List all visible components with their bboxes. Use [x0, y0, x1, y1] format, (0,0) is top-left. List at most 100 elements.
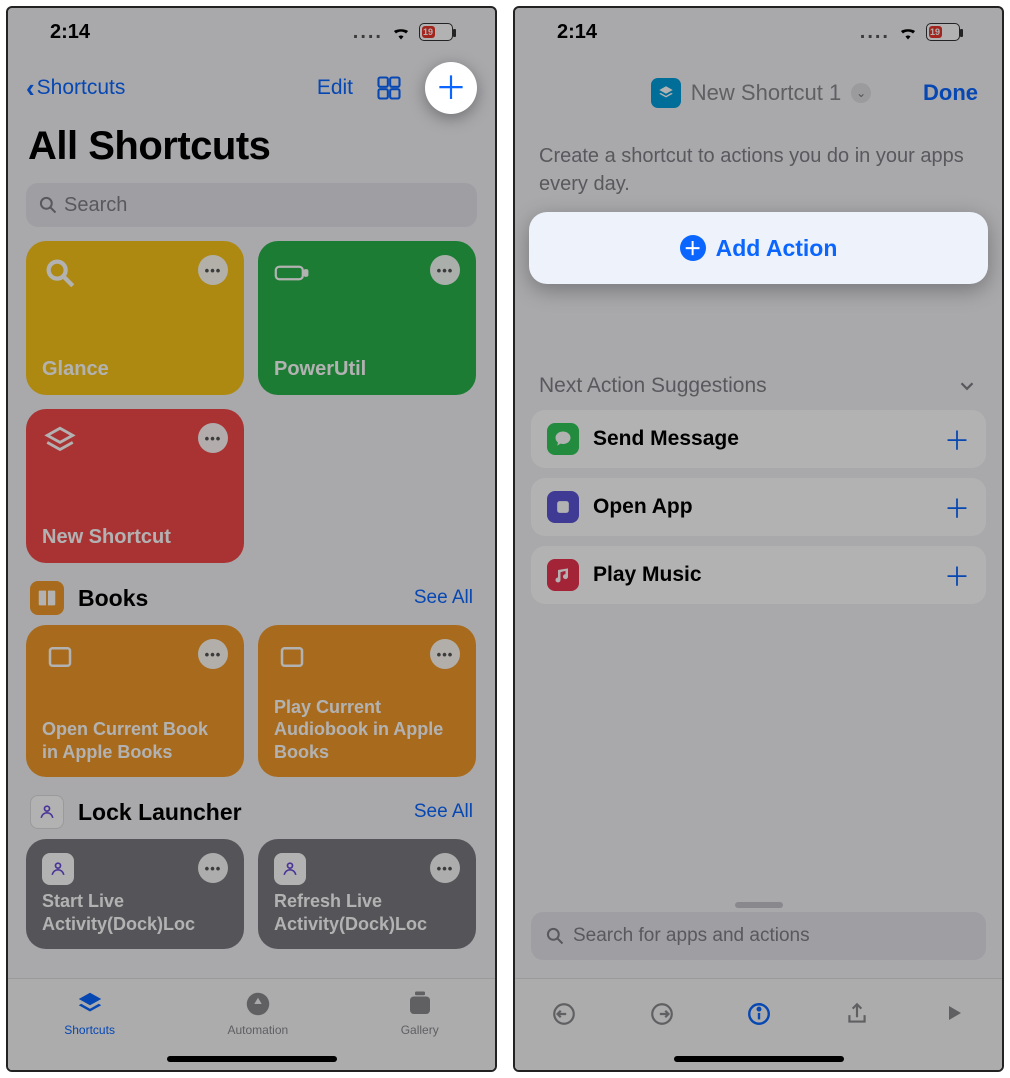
chevron-left-icon: ‹ [26, 73, 35, 104]
music-icon [547, 559, 579, 591]
add-action-button[interactable]: ＋ Add Action [529, 212, 988, 284]
sheet-grabber[interactable] [735, 902, 783, 908]
redo-icon[interactable] [649, 1001, 675, 1027]
battery-percent: 19 [930, 27, 940, 37]
chevron-down-icon: ⌄ [851, 83, 871, 103]
shortcut-title-button[interactable]: New Shortcut 1 ⌄ [651, 78, 871, 108]
section-title: Lock Launcher [78, 799, 242, 826]
tile-label: Start Live Activity(Dock)Loc [42, 890, 228, 935]
suggestions-header[interactable]: Next Action Suggestions [515, 284, 1002, 410]
rocket-icon [42, 853, 74, 885]
battery-icon: 19 [419, 23, 453, 41]
more-icon[interactable]: ••• [430, 639, 460, 669]
edit-button[interactable]: Edit [317, 76, 353, 100]
shortcut-tile-new-shortcut[interactable]: ••• New Shortcut [26, 409, 244, 563]
shortcut-tile-glance[interactable]: ••• Glance [26, 241, 244, 395]
plus-icon: ＋ [435, 72, 467, 104]
add-action-label: Add Action [716, 235, 838, 262]
action-search-input[interactable]: Search for apps and actions [531, 912, 986, 960]
suggestion-send-message[interactable]: Send Message ＋ [531, 410, 986, 468]
tile-label: Glance [42, 358, 228, 381]
shortcut-title: New Shortcut 1 [691, 80, 841, 106]
shortcut-tile-start-live-activity[interactable]: ••• Start Live Activity(Dock)Loc [26, 839, 244, 949]
section-title: Books [78, 585, 148, 612]
tab-shortcuts[interactable]: Shortcuts [64, 989, 115, 1037]
shortcut-tile-open-book[interactable]: ••• Open Current Book in Apple Books [26, 625, 244, 777]
more-icon[interactable]: ••• [198, 853, 228, 883]
tab-gallery[interactable]: Gallery [401, 989, 439, 1037]
home-indicator[interactable] [674, 1056, 844, 1062]
plus-icon[interactable]: ＋ [944, 489, 970, 526]
clock: 2:14 [50, 21, 90, 44]
description-text: Create a shortcut to actions you do in y… [515, 118, 1002, 212]
shortcut-tile-play-audiobook[interactable]: ••• Play Current Audiobook in Apple Book… [258, 625, 476, 777]
layers-icon [75, 989, 105, 1019]
more-icon[interactable]: ••• [198, 423, 228, 453]
suggestion-play-music[interactable]: Play Music ＋ [531, 546, 986, 604]
more-icon[interactable]: ••• [198, 639, 228, 669]
more-icon[interactable]: ••• [430, 255, 460, 285]
back-label: Shortcuts [37, 76, 126, 100]
suggestions-title: Next Action Suggestions [539, 374, 767, 398]
tile-label: Open Current Book in Apple Books [42, 718, 228, 763]
tab-label: Shortcuts [64, 1023, 115, 1037]
add-shortcut-button[interactable]: ＋ [425, 62, 477, 114]
lock-launcher-app-icon [30, 795, 64, 829]
nav-bar: ‹ Shortcuts Edit ＋ [8, 56, 495, 122]
message-icon [547, 423, 579, 455]
plus-icon[interactable]: ＋ [944, 421, 970, 458]
layers-icon [42, 423, 78, 459]
tab-automation[interactable]: Automation [227, 989, 288, 1037]
back-button[interactable]: ‹ Shortcuts [26, 73, 125, 104]
book-icon [42, 639, 78, 675]
see-all-button[interactable]: See All [414, 587, 473, 609]
layers-icon [651, 78, 681, 108]
play-icon[interactable] [942, 1001, 966, 1025]
done-button[interactable]: Done [923, 80, 978, 106]
section-header-books: Books See All [8, 563, 495, 625]
tab-label: Gallery [401, 1023, 439, 1037]
status-bar: 2:14 .... 19 [515, 8, 1002, 56]
tab-label: Automation [227, 1023, 288, 1037]
wifi-icon [391, 24, 411, 40]
grid-view-icon[interactable] [375, 74, 403, 102]
clock: 2:14 [557, 21, 597, 44]
phone-right-new-shortcut: 2:14 .... 19 New Shortcut 1 ⌄ Done Creat… [513, 6, 1004, 1072]
search-icon [38, 195, 58, 215]
gallery-icon [405, 989, 435, 1019]
more-icon[interactable]: ••• [198, 255, 228, 285]
tile-label: Play Current Audiobook in Apple Books [274, 696, 460, 764]
books-tiles: ••• Open Current Book in Apple Books •••… [8, 625, 495, 777]
tile-label: PowerUtil [274, 358, 460, 381]
see-all-button[interactable]: See All [414, 801, 473, 823]
wifi-icon [898, 24, 918, 40]
battery-icon: 19 [926, 23, 960, 41]
info-icon[interactable] [746, 1001, 772, 1027]
search-input[interactable]: Search [26, 183, 477, 227]
section-header-lock-launcher: Lock Launcher See All [8, 777, 495, 839]
shortcut-tile-powerutil[interactable]: ••• PowerUtil [258, 241, 476, 395]
status-bar: 2:14 .... 19 [8, 8, 495, 56]
plus-icon[interactable]: ＋ [944, 557, 970, 594]
suggestion-label: Send Message [593, 427, 739, 451]
undo-icon[interactable] [551, 1001, 577, 1027]
suggestion-open-app[interactable]: Open App ＋ [531, 478, 986, 536]
shortcut-grid: ••• Glance ••• PowerUtil ••• New Shortcu… [8, 241, 495, 563]
cellular-dots-icon: .... [860, 21, 890, 44]
automation-icon [243, 989, 273, 1019]
tile-label: Refresh Live Activity(Dock)Loc [274, 890, 460, 935]
share-icon[interactable] [844, 1001, 870, 1027]
nav-bar: New Shortcut 1 ⌄ Done [515, 56, 1002, 118]
battery-icon [274, 255, 310, 291]
more-icon[interactable]: ••• [430, 853, 460, 883]
suggestions-list: Send Message ＋ Open App ＋ Play Music ＋ [515, 410, 1002, 604]
home-indicator[interactable] [167, 1056, 337, 1062]
open-app-icon [547, 491, 579, 523]
suggestion-label: Play Music [593, 563, 702, 587]
battery-percent: 19 [423, 27, 433, 37]
phone-left-shortcuts-list: 2:14 .... 19 ‹ Shortcuts Edit ＋ Al [6, 6, 497, 1072]
book-icon [274, 639, 310, 675]
search-icon [545, 926, 565, 946]
shortcut-tile-refresh-live-activity[interactable]: ••• Refresh Live Activity(Dock)Loc [258, 839, 476, 949]
page-title: All Shortcuts [8, 122, 495, 179]
